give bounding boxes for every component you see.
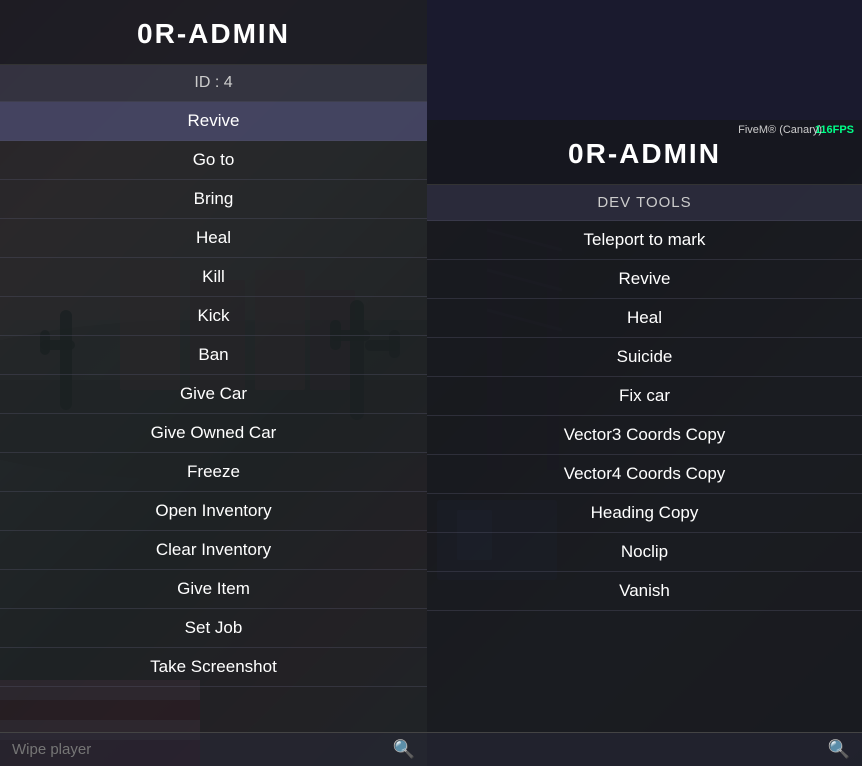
left-search-bar: 🔍 [0, 732, 427, 766]
left-search-input[interactable] [12, 741, 393, 758]
right-menu-item-0[interactable]: Teleport to mark [427, 221, 862, 260]
right-panel-menu: DEV TOOLS Teleport to markReviveHealSuic… [427, 185, 862, 732]
left-menu-item-0[interactable]: Revive [0, 102, 427, 141]
right-menu-item-6[interactable]: Vector4 Coords Copy [427, 455, 862, 494]
left-menu-item-4[interactable]: Kill [0, 258, 427, 297]
left-panel: 0R-ADMIN ID : 4 ReviveGo toBringHealKill… [0, 0, 427, 766]
left-panel-title: 0R-ADMIN [137, 18, 290, 49]
right-panel-title: 0R-ADMIN [568, 138, 721, 169]
right-panel-header: 116FPS FiveM® (Canary) 0R-ADMIN [427, 120, 862, 185]
left-menu-item-12[interactable]: Give Item [0, 570, 427, 609]
left-search-icon[interactable]: 🔍 [393, 739, 415, 760]
right-search-input[interactable] [439, 741, 828, 758]
right-menu-item-7[interactable]: Heading Copy [427, 494, 862, 533]
left-menu-item-9[interactable]: Freeze [0, 453, 427, 492]
right-menu-item-2[interactable]: Heal [427, 299, 862, 338]
right-menu-list: Teleport to markReviveHealSuicideFix car… [427, 221, 862, 611]
right-search-bar: 🔍 [427, 732, 862, 766]
left-menu-list: ReviveGo toBringHealKillKickBanGive CarG… [0, 102, 427, 687]
left-menu-item-10[interactable]: Open Inventory [0, 492, 427, 531]
right-search-icon[interactable]: 🔍 [828, 739, 850, 760]
right-menu-item-3[interactable]: Suicide [427, 338, 862, 377]
dev-tools-header: DEV TOOLS [427, 185, 862, 221]
left-menu-item-8[interactable]: Give Owned Car [0, 414, 427, 453]
right-menu-item-5[interactable]: Vector3 Coords Copy [427, 416, 862, 455]
fivem-badge: FiveM® (Canary) [738, 124, 822, 136]
right-menu-item-9[interactable]: Vanish [427, 572, 862, 611]
right-panel: 116FPS FiveM® (Canary) 0R-ADMIN DEV TOOL… [427, 120, 862, 766]
right-menu-item-8[interactable]: Noclip [427, 533, 862, 572]
left-menu-item-13[interactable]: Set Job [0, 609, 427, 648]
left-panel-header: 0R-ADMIN [0, 0, 427, 65]
left-menu-item-6[interactable]: Ban [0, 336, 427, 375]
left-menu-item-14[interactable]: Take Screenshot [0, 648, 427, 687]
right-menu-item-1[interactable]: Revive [427, 260, 862, 299]
left-menu-item-3[interactable]: Heal [0, 219, 427, 258]
left-menu-item-11[interactable]: Clear Inventory [0, 531, 427, 570]
left-panel-menu: ID : 4 ReviveGo toBringHealKillKickBanGi… [0, 65, 427, 732]
player-id: ID : 4 [0, 65, 427, 102]
left-menu-item-7[interactable]: Give Car [0, 375, 427, 414]
right-menu-item-4[interactable]: Fix car [427, 377, 862, 416]
left-menu-item-1[interactable]: Go to [0, 141, 427, 180]
left-menu-item-5[interactable]: Kick [0, 297, 427, 336]
left-menu-item-2[interactable]: Bring [0, 180, 427, 219]
